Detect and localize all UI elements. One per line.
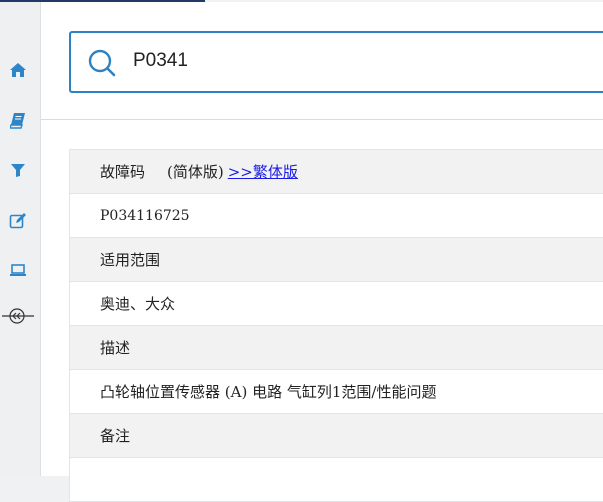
table-row: 描述 (70, 326, 603, 370)
home-icon[interactable] (8, 60, 28, 80)
search-box[interactable] (69, 31, 603, 93)
edit-icon[interactable] (8, 210, 28, 230)
table-row: P034116725 (70, 194, 603, 238)
table-row: 故障码 (简体版) >>繁体版 (70, 150, 603, 194)
simplified-version-label: (简体版) (167, 163, 224, 181)
sidebar (0, 2, 41, 476)
detail-table: 故障码 (简体版) >>繁体版 P034116725 适用范围 奥迪、大众 描述… (69, 149, 603, 502)
table-row: 凸轮轴位置传感器 (A) 电路 气缸列1范围/性能问题 (70, 370, 603, 414)
laptop-icon[interactable] (8, 260, 28, 280)
book-icon[interactable] (8, 110, 28, 130)
filter-icon[interactable] (8, 160, 28, 180)
table-row: 奥迪、大众 (70, 282, 603, 326)
collapse-icon[interactable] (0, 305, 36, 327)
table-row: 适用范围 (70, 238, 603, 282)
remarks-label: 备注 (100, 427, 131, 445)
fault-code-value: P034116725 (100, 207, 190, 224)
search-icon[interactable] (87, 48, 117, 78)
description-value: 凸轮轴位置传感器 (A) 电路 气缸列1范围/性能问题 (100, 383, 437, 401)
applicable-label: 适用范围 (100, 251, 161, 269)
traditional-version-link[interactable]: >>繁体版 (228, 161, 298, 182)
table-row: 备注 (70, 414, 603, 458)
description-label: 描述 (100, 339, 131, 357)
fault-code-label: 故障码 (100, 163, 146, 181)
table-row (70, 458, 603, 502)
search-input[interactable] (133, 47, 593, 75)
section-divider (41, 119, 603, 120)
applicable-value: 奥迪、大众 (100, 295, 176, 313)
main-content: 故障码 (简体版) >>繁体版 P034116725 适用范围 奥迪、大众 描述… (41, 2, 603, 502)
